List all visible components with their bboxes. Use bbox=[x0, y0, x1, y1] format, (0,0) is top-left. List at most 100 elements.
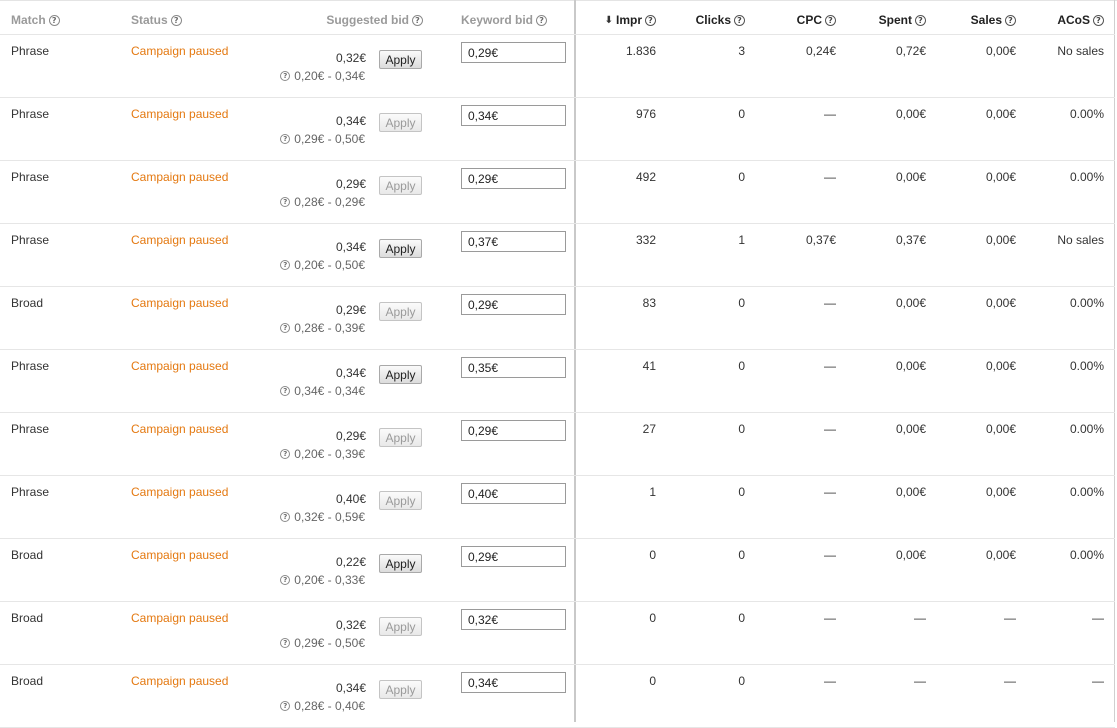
question-circle-icon[interactable]: ? bbox=[280, 638, 291, 648]
header-clicks[interactable]: Clicks ? bbox=[696, 13, 745, 27]
sales-value: — bbox=[1004, 611, 1016, 625]
sales-value: 0,00€ bbox=[985, 44, 1016, 58]
keyword-bid-input[interactable] bbox=[461, 168, 566, 189]
status-link[interactable]: Campaign paused bbox=[131, 674, 228, 688]
table-row: Phrase Campaign paused 0,29€ ? 0,20€ - 0… bbox=[0, 413, 1115, 476]
spent-value: 0,00€ bbox=[895, 107, 926, 121]
status-link[interactable]: Campaign paused bbox=[131, 107, 228, 121]
header-acos[interactable]: ACoS ? bbox=[1057, 13, 1104, 27]
suggested-bid-range: ? 0,20€ - 0,39€ bbox=[280, 447, 365, 461]
apply-button[interactable]: Apply bbox=[379, 680, 422, 699]
header-clicks-label: Clicks bbox=[695, 13, 731, 27]
apply-button[interactable]: Apply bbox=[379, 617, 422, 636]
header-match[interactable]: Match ? bbox=[11, 13, 60, 27]
sales-value: 0,00€ bbox=[985, 548, 1016, 562]
status-link[interactable]: Campaign paused bbox=[131, 422, 228, 436]
acos-value: No sales bbox=[1057, 233, 1104, 247]
suggested-bid-value: 0,29€ bbox=[335, 303, 366, 317]
match-type: Broad bbox=[11, 548, 44, 562]
status-link[interactable]: Campaign paused bbox=[131, 44, 228, 58]
question-circle-icon[interactable]: ? bbox=[280, 323, 291, 333]
header-cpc[interactable]: CPC ? bbox=[797, 13, 836, 27]
apply-button[interactable]: Apply bbox=[379, 50, 422, 69]
question-circle-icon[interactable]: ? bbox=[280, 512, 291, 522]
question-circle-icon[interactable]: ? bbox=[536, 14, 548, 26]
impressions-value: 83 bbox=[642, 296, 656, 310]
suggested-range-text: 0,29€ - 0,50€ bbox=[294, 132, 365, 146]
question-circle-icon[interactable]: ? bbox=[48, 14, 60, 26]
table-row: Phrase Campaign paused 0,34€ ? 0,34€ - 0… bbox=[0, 350, 1115, 413]
clicks-value: 0 bbox=[738, 674, 745, 688]
sales-value: 0,00€ bbox=[985, 170, 1016, 184]
clicks-value: 0 bbox=[738, 296, 745, 310]
suggested-bid-value: 0,34€ bbox=[335, 240, 366, 254]
suggested-bid-value: 0,40€ bbox=[335, 492, 366, 506]
question-circle-icon[interactable]: ? bbox=[734, 14, 745, 26]
header-spent[interactable]: Spent ? bbox=[879, 13, 926, 27]
keyword-bid-input[interactable] bbox=[461, 420, 566, 441]
status-link[interactable]: Campaign paused bbox=[131, 611, 228, 625]
apply-button[interactable]: Apply bbox=[379, 176, 422, 195]
match-type: Phrase bbox=[11, 359, 50, 373]
keyword-table: Match ? Status ? Suggested bid ? Keyword… bbox=[0, 0, 1117, 728]
question-circle-icon[interactable]: ? bbox=[280, 701, 291, 711]
keyword-bid-input[interactable] bbox=[461, 231, 566, 252]
keyword-bid-input[interactable] bbox=[461, 483, 566, 504]
header-impr[interactable]: ⬇ Impr ? bbox=[605, 13, 656, 27]
spent-value: 0,37€ bbox=[895, 233, 926, 247]
apply-button[interactable]: Apply bbox=[379, 554, 422, 573]
keyword-bid-input[interactable] bbox=[461, 546, 566, 567]
header-sales[interactable]: Sales ? bbox=[971, 13, 1016, 27]
question-circle-icon[interactable]: ? bbox=[280, 449, 291, 459]
question-circle-icon[interactable]: ? bbox=[170, 14, 182, 26]
question-circle-icon[interactable]: ? bbox=[645, 14, 656, 26]
keyword-bid-input[interactable] bbox=[461, 42, 566, 63]
apply-button[interactable]: Apply bbox=[379, 428, 422, 447]
question-circle-icon[interactable]: ? bbox=[280, 197, 291, 207]
question-circle-icon[interactable]: ? bbox=[825, 14, 836, 26]
status-link[interactable]: Campaign paused bbox=[131, 170, 228, 184]
keyword-bid-input[interactable] bbox=[461, 294, 566, 315]
question-circle-icon[interactable]: ? bbox=[280, 71, 291, 81]
suggested-range-text: 0,20€ - 0,33€ bbox=[294, 573, 365, 587]
clicks-value: 0 bbox=[738, 359, 745, 373]
status-link[interactable]: Campaign paused bbox=[131, 233, 228, 247]
apply-button[interactable]: Apply bbox=[379, 365, 422, 384]
header-keyword-bid[interactable]: Keyword bid ? bbox=[461, 13, 548, 27]
question-circle-icon[interactable]: ? bbox=[280, 575, 291, 585]
apply-button[interactable]: Apply bbox=[379, 113, 422, 132]
question-circle-icon[interactable]: ? bbox=[280, 260, 291, 270]
status-link[interactable]: Campaign paused bbox=[131, 548, 228, 562]
keyword-bid-input[interactable] bbox=[461, 105, 566, 126]
spent-value: — bbox=[914, 674, 926, 688]
keyword-bid-input[interactable] bbox=[461, 672, 566, 693]
spent-value: 0,00€ bbox=[895, 359, 926, 373]
apply-button[interactable]: Apply bbox=[379, 239, 422, 258]
question-circle-icon[interactable]: ? bbox=[1005, 14, 1016, 26]
apply-button[interactable]: Apply bbox=[379, 491, 422, 510]
apply-button[interactable]: Apply bbox=[379, 302, 422, 321]
header-status[interactable]: Status ? bbox=[131, 13, 182, 27]
cpc-value: — bbox=[824, 107, 836, 121]
status-link[interactable]: Campaign paused bbox=[131, 296, 228, 310]
suggested-range-text: 0,28€ - 0,39€ bbox=[294, 321, 365, 335]
impressions-value: 976 bbox=[635, 107, 656, 121]
question-circle-icon[interactable]: ? bbox=[915, 14, 926, 26]
question-circle-icon[interactable]: ? bbox=[280, 134, 291, 144]
sales-value: 0,00€ bbox=[985, 422, 1016, 436]
clicks-value: 1 bbox=[738, 233, 745, 247]
table-row: Broad Campaign paused 0,32€ ? 0,29€ - 0,… bbox=[0, 602, 1115, 665]
header-keyword-bid-label: Keyword bid bbox=[461, 13, 534, 27]
keyword-bid-input[interactable] bbox=[461, 609, 566, 630]
header-suggested-bid[interactable]: Suggested bid ? bbox=[326, 13, 423, 27]
status-link[interactable]: Campaign paused bbox=[131, 485, 228, 499]
question-circle-icon[interactable]: ? bbox=[1093, 14, 1104, 26]
status-link[interactable]: Campaign paused bbox=[131, 359, 228, 373]
acos-value: — bbox=[1092, 611, 1104, 625]
question-circle-icon[interactable]: ? bbox=[280, 386, 291, 396]
clicks-value: 0 bbox=[738, 548, 745, 562]
keyword-bid-input[interactable] bbox=[461, 357, 566, 378]
question-circle-icon[interactable]: ? bbox=[412, 14, 423, 26]
acos-value: — bbox=[1092, 674, 1104, 688]
cpc-value: — bbox=[824, 422, 836, 436]
